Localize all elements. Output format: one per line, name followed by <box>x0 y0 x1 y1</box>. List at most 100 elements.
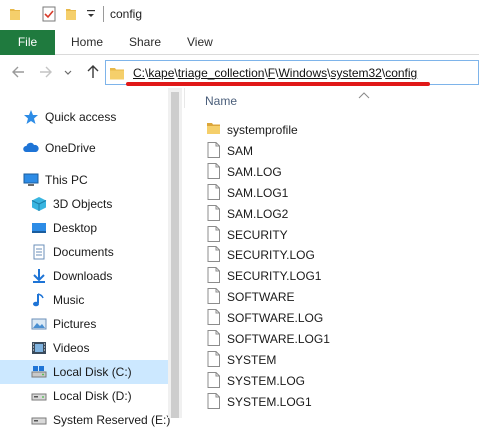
breadcrumb-segment[interactable]: triage_collection <box>178 66 265 80</box>
sidebar-item-music[interactable]: Music <box>0 288 168 312</box>
sidebar-item-label: Music <box>53 293 85 307</box>
star-icon <box>23 109 39 125</box>
window-title: config <box>110 7 143 21</box>
scrollbar-thumb[interactable] <box>171 92 179 418</box>
file-name: SOFTWARE <box>227 290 295 305</box>
file-row[interactable]: SECURITY.LOG1 <box>200 265 470 286</box>
sidebar-item-local-disk-d[interactable]: Local Disk (D:) <box>0 384 168 408</box>
file-row[interactable]: SAM.LOG1 <box>200 182 470 203</box>
file-icon <box>207 350 220 367</box>
file-name: SOFTWARE.LOG <box>227 311 324 326</box>
sidebar-item-label: This PC <box>45 173 88 187</box>
film-icon <box>31 340 47 356</box>
tab-home[interactable]: Home <box>71 30 103 55</box>
sidebar-item-label: System Reserved (E:) <box>53 413 171 427</box>
file-row[interactable]: SAM <box>200 140 470 161</box>
file-row[interactable]: SOFTWARE.LOG <box>200 307 470 328</box>
file-name: SECURITY.LOG <box>227 248 315 263</box>
column-header-name[interactable]: Name <box>205 94 237 108</box>
address-path[interactable]: C:\kape\triage_collection\F\Windows\syst… <box>133 66 417 80</box>
file-name: SAM.LOG2 <box>227 206 289 221</box>
file-name: SYSTEM.LOG <box>227 373 306 388</box>
drive-icon <box>31 388 47 404</box>
tab-share[interactable]: Share <box>129 30 161 55</box>
sidebar-item-label: Downloads <box>53 269 113 283</box>
sidebar-item-label: Local Disk (D:) <box>53 389 132 403</box>
sidebar-item-videos[interactable]: Videos <box>0 336 168 360</box>
recent-locations-chevron-icon[interactable] <box>62 62 74 82</box>
pictures-icon <box>31 316 47 332</box>
file-icon <box>207 183 220 200</box>
properties-icon[interactable] <box>42 6 56 22</box>
file-name: SECURITY <box>227 227 288 242</box>
file-row[interactable]: SYSTEM <box>200 349 470 370</box>
file-name: SYSTEM <box>227 352 277 367</box>
drive-icon <box>31 412 47 428</box>
sidebar-item-local-disk-c[interactable]: Local Disk (C:) <box>0 360 168 384</box>
tab-file[interactable]: File <box>0 30 55 55</box>
file-icon <box>207 330 220 346</box>
file-icon <box>207 225 220 242</box>
file-icon <box>207 246 220 263</box>
sidebar-item-label: OneDrive <box>45 141 96 155</box>
documents-icon <box>31 244 47 260</box>
sidebar-item-documents[interactable]: Documents <box>0 240 168 264</box>
file-name: SAM.LOG1 <box>227 185 289 200</box>
folder-icon <box>110 66 124 83</box>
breadcrumb-segment[interactable]: C: <box>133 66 145 80</box>
file-name: SAM <box>227 143 254 158</box>
file-list: Name systemprofile SAM SAM.LOG SAM.LOG1 SAM.… <box>184 88 479 418</box>
breadcrumb-segment[interactable]: system32 <box>331 66 382 80</box>
annotation-underline <box>126 82 430 86</box>
breadcrumb-segment[interactable]: config <box>385 66 417 80</box>
file-row[interactable]: SYSTEM.LOG1 <box>200 391 470 412</box>
sidebar-item-3d-objects[interactable]: 3D Objects <box>0 192 168 216</box>
sidebar-item-quick-access[interactable]: Quick access <box>0 105 168 129</box>
new-folder-icon[interactable] <box>66 8 76 20</box>
sidebar-item-label: 3D Objects <box>53 197 113 211</box>
file-icon <box>207 288 220 305</box>
breadcrumb-segment[interactable]: Windows <box>278 66 327 80</box>
file-icon <box>207 309 220 326</box>
file-row[interactable]: SOFTWARE.LOG1 <box>200 328 470 349</box>
file-row[interactable]: SECURITY <box>200 224 470 245</box>
title-separator <box>103 6 104 22</box>
sidebar-item-downloads[interactable]: Downloads <box>0 264 168 288</box>
sidebar-item-system-reserved[interactable]: System Reserved (E:) <box>0 408 171 432</box>
up-button[interactable] <box>84 62 102 82</box>
file-row[interactable]: SECURITY.LOG <box>200 244 470 265</box>
file-icon <box>207 267 220 284</box>
file-name: SECURITY.LOG1 <box>227 269 322 284</box>
breadcrumb-segment[interactable]: kape <box>148 66 174 80</box>
sidebar-item-label: Local Disk (C:) <box>53 365 132 379</box>
folder-icon <box>207 121 220 137</box>
file-icon <box>207 371 220 388</box>
computer-icon <box>23 172 39 188</box>
file-icon <box>207 141 220 158</box>
music-note-icon <box>31 292 47 308</box>
sidebar-item-label: Pictures <box>53 317 97 331</box>
file-row[interactable]: SYSTEM.LOG <box>200 370 470 391</box>
sidebar-item-label: Videos <box>53 341 90 355</box>
sidebar-item-label: Quick access <box>45 110 117 124</box>
back-button[interactable] <box>9 62 27 82</box>
forward-button[interactable] <box>37 62 55 82</box>
sidebar-item-label: Documents <box>53 245 114 259</box>
file-row[interactable]: SAM.LOG2 <box>200 203 470 224</box>
cube-icon <box>31 196 47 212</box>
desktop-icon <box>31 220 47 236</box>
file-icon <box>207 204 220 221</box>
file-row[interactable]: SOFTWARE <box>200 286 470 307</box>
sidebar-item-desktop[interactable]: Desktop <box>0 216 168 240</box>
file-row[interactable]: SAM.LOG <box>200 161 470 182</box>
column-divider <box>184 88 185 108</box>
navigation-pane-scrollbar[interactable] <box>168 88 182 418</box>
sidebar-item-pictures[interactable]: Pictures <box>0 312 168 336</box>
sidebar-item-onedrive[interactable]: OneDrive <box>0 136 168 160</box>
navigation-pane: Quick access OneDrive This PC 3D Objects… <box>0 88 184 427</box>
folder-icon[interactable] <box>10 8 20 20</box>
sidebar-item-this-pc[interactable]: This PC <box>0 168 168 192</box>
file-row[interactable]: systemprofile <box>200 119 470 140</box>
customize-quick-access-chevron-icon[interactable] <box>86 7 96 21</box>
tab-view[interactable]: View <box>187 30 213 55</box>
